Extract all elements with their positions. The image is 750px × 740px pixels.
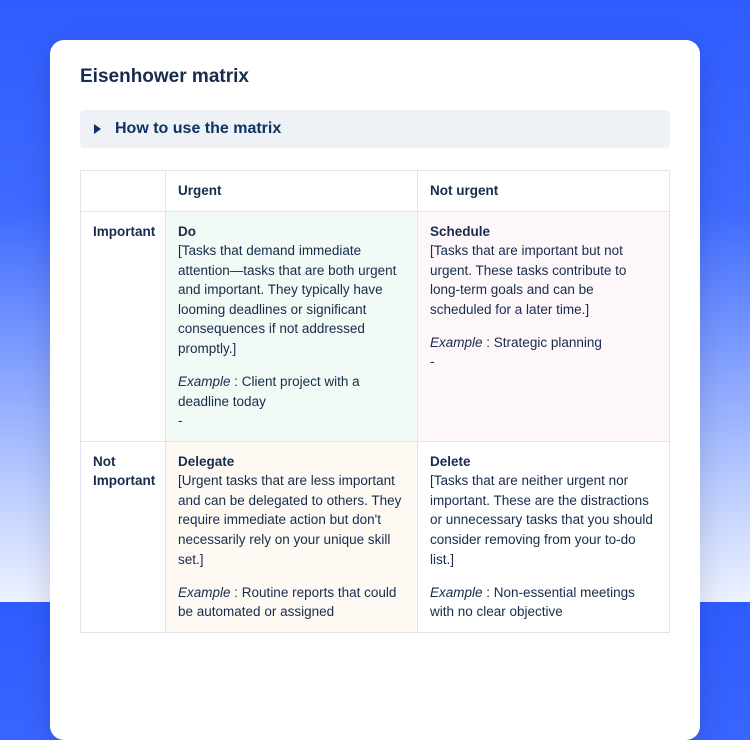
document-card: Eisenhower matrix How to use the matrix …: [50, 40, 700, 740]
cell-do-title: Do: [178, 222, 405, 242]
column-header-not-urgent: Not urgent: [418, 171, 670, 212]
cell-delegate: Delegate [Urgent tasks that are less imp…: [166, 441, 418, 632]
row-header-not-important: Not Important: [81, 441, 166, 632]
cell-do: Do [Tasks that demand immediate attentio…: [166, 211, 418, 441]
caret-right-icon: [94, 124, 101, 134]
dash: -: [430, 354, 435, 369]
corner-cell: [81, 171, 166, 212]
row-header-important: Important: [81, 211, 166, 441]
cell-delete-title: Delete: [430, 452, 657, 472]
page-title: Eisenhower matrix: [80, 66, 670, 88]
cell-delegate-desc: [Urgent tasks that are less important an…: [178, 471, 405, 569]
eisenhower-table: Urgent Not urgent Important Do [Tasks th…: [80, 170, 670, 633]
cell-schedule: Schedule [Tasks that are important but n…: [418, 211, 670, 441]
cell-schedule-example-line: Example : Strategic planning: [430, 335, 602, 350]
column-header-urgent: Urgent: [166, 171, 418, 212]
cell-do-desc: [Tasks that demand immediate attention—t…: [178, 241, 405, 358]
expand-label: How to use the matrix: [115, 120, 281, 138]
dash: -: [178, 413, 183, 428]
cell-delegate-title: Delegate: [178, 452, 405, 472]
cell-delete-desc: [Tasks that are neither urgent nor impor…: [430, 471, 657, 569]
expand-how-to-use[interactable]: How to use the matrix: [80, 110, 670, 148]
cell-schedule-desc: [Tasks that are important but not urgent…: [430, 241, 657, 319]
cell-do-example-line: Example : Client project with a deadline…: [178, 374, 360, 409]
cell-delete: Delete [Tasks that are neither urgent no…: [418, 441, 670, 632]
cell-schedule-title: Schedule: [430, 222, 657, 242]
